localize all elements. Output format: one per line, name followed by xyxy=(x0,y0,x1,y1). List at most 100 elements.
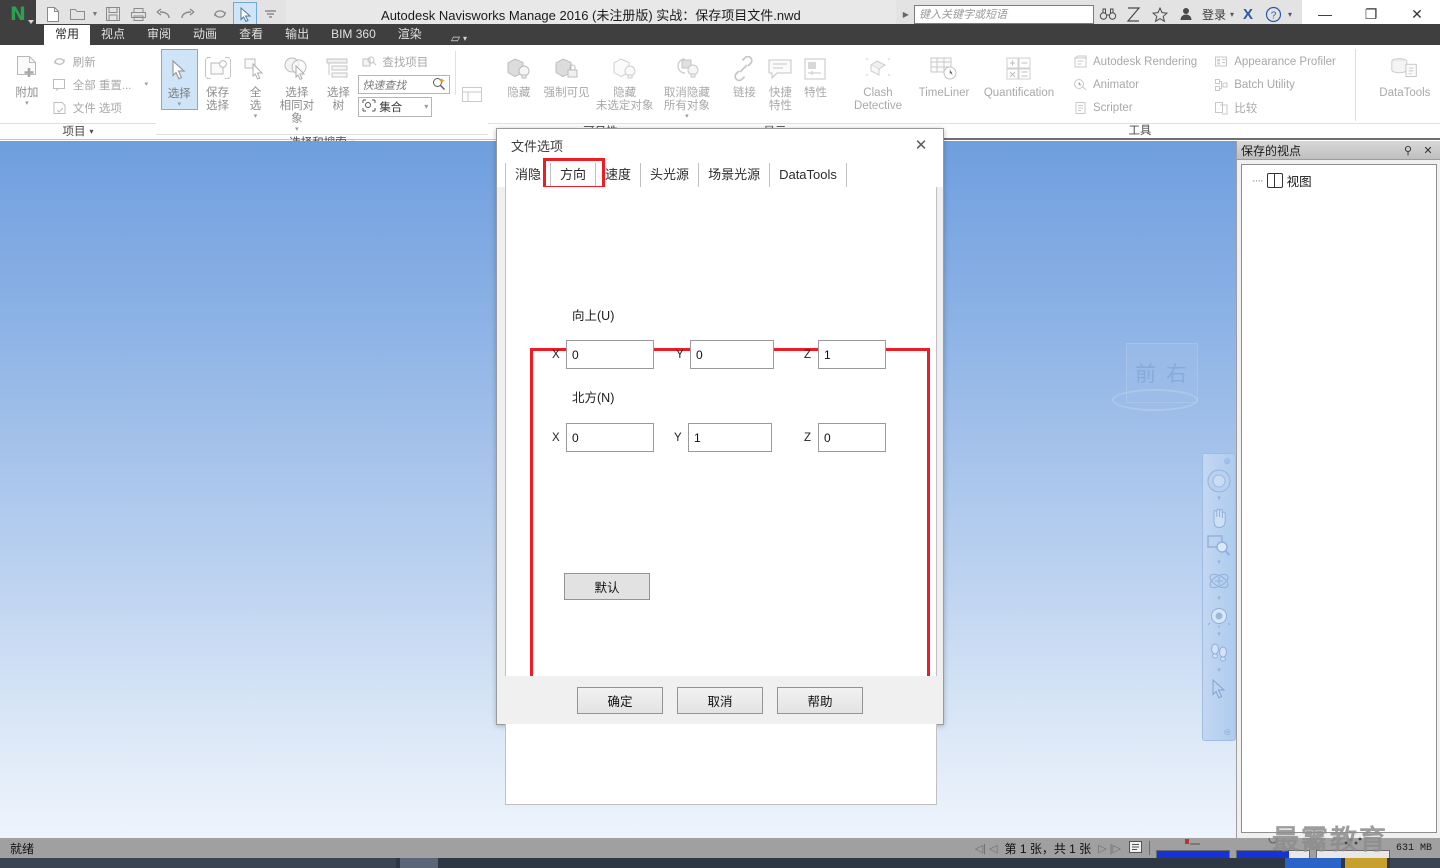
up-x-input[interactable]: 0 xyxy=(566,340,654,369)
steering-wheel-icon[interactable] xyxy=(1205,468,1233,494)
print-icon[interactable] xyxy=(126,2,150,26)
clash-detective-button[interactable]: Clash Detective xyxy=(849,49,907,113)
datatools-button[interactable]: DataTools xyxy=(1372,49,1438,100)
properties-button[interactable]: 特性 xyxy=(799,49,832,100)
ribbon-tab-animation[interactable]: 动画 xyxy=(182,25,228,45)
zoom-window-icon[interactable] xyxy=(1205,532,1233,558)
pan-hand-icon[interactable] xyxy=(1205,504,1233,530)
last-sheet-button[interactable]: |▷ xyxy=(1110,842,1121,855)
tab-speed[interactable]: 速度 xyxy=(596,163,642,187)
navbar-close-icon[interactable]: ⊗ xyxy=(1223,456,1231,467)
infocenter-expand-icon[interactable]: ▶ xyxy=(900,10,912,19)
timeliner-button[interactable]: TimeLiner xyxy=(913,49,975,100)
hide-unselected-button[interactable]: 隐藏 未选定对象 xyxy=(595,49,653,113)
select-same-button[interactable]: 选择 相同对象 ▾ xyxy=(275,49,318,134)
ribbon-tab-common[interactable]: 常用 xyxy=(44,25,91,45)
selection-inspector-button[interactable] xyxy=(461,49,483,107)
select-all-caret-icon[interactable]: ▾ xyxy=(254,113,258,121)
first-sheet-button[interactable]: ◁| xyxy=(975,842,986,855)
reset-all-caret-icon[interactable]: ▾ xyxy=(144,81,148,89)
north-x-input[interactable]: 0 xyxy=(566,423,654,452)
user-account-icon[interactable] xyxy=(1174,2,1198,26)
default-button[interactable]: 默认 xyxy=(564,573,650,600)
next-sheet-button[interactable]: ▷ xyxy=(1098,842,1106,855)
taskbar-item-1[interactable] xyxy=(0,858,396,868)
save-selection-button[interactable]: 保存 选择 xyxy=(200,49,236,113)
pin-icon[interactable]: ⚲ xyxy=(1400,144,1416,157)
open-file-icon[interactable] xyxy=(65,2,89,26)
zoom-caret-icon[interactable]: ▾ xyxy=(1217,559,1221,566)
save-file-icon[interactable] xyxy=(101,2,125,26)
scripter-button[interactable]: Scripter xyxy=(1069,97,1200,118)
new-file-icon[interactable] xyxy=(40,2,64,26)
quick-properties-button[interactable]: 快捷 特性 xyxy=(764,49,797,113)
reset-all-button[interactable]: 全部 重置... ▾ xyxy=(49,74,151,95)
saved-viewpoints-list[interactable]: ···· 视图 xyxy=(1241,164,1437,833)
north-z-input[interactable]: 0 xyxy=(818,423,886,452)
animator-button[interactable]: Animator xyxy=(1069,74,1200,95)
taskbar-item-4[interactable] xyxy=(1345,858,1387,868)
close-icon[interactable]: ✕ xyxy=(1420,144,1436,157)
help-caret-icon[interactable]: ▾ xyxy=(1288,10,1292,19)
select-same-caret-icon[interactable]: ▾ xyxy=(295,126,299,134)
communication-center-icon[interactable] xyxy=(1122,2,1146,26)
ok-button[interactable]: 确定 xyxy=(577,686,663,714)
selection-tree-button[interactable]: 选择树 xyxy=(320,49,356,113)
sets-dropdown[interactable]: 集合 ▾ xyxy=(358,97,433,117)
select-button[interactable]: 选择 ▾ xyxy=(161,49,198,110)
cancel-button[interactable]: 取消 xyxy=(677,686,763,714)
view-cube[interactable]: 前 右 xyxy=(1112,337,1198,413)
help-button[interactable]: 帮助 xyxy=(777,686,863,714)
ribbon-tab-render[interactable]: 渲染 xyxy=(387,25,433,45)
sheet-browser-icon[interactable] xyxy=(1124,840,1143,857)
undo-icon[interactable] xyxy=(151,2,175,26)
open-dropdown-caret-icon[interactable]: ▼ xyxy=(90,2,100,26)
look-caret-icon[interactable]: ▾ xyxy=(1217,631,1221,638)
sign-in-caret-icon[interactable]: ▾ xyxy=(1230,10,1234,19)
tab-orientation[interactable]: 方向 xyxy=(551,163,597,187)
up-z-input[interactable]: 1 xyxy=(818,340,886,369)
select-all-button[interactable]: 全选 ▾ xyxy=(238,49,274,121)
file-options-button[interactable]: 文件 选项 xyxy=(49,97,151,118)
ribbon-group-project-label[interactable]: 项目 ▾ xyxy=(0,123,156,140)
ribbon-tab-bim360[interactable]: BIM 360 xyxy=(320,25,387,45)
dialog-close-button[interactable]: ✕ xyxy=(899,130,943,160)
require-visible-button[interactable]: 强制可见 xyxy=(542,49,592,100)
walk-caret-icon[interactable]: ▾ xyxy=(1217,667,1221,674)
quick-find-input[interactable]: 快速查找 xyxy=(358,75,451,94)
select-cursor-icon[interactable] xyxy=(233,2,257,26)
steering-wheel-caret-icon[interactable]: ▾ xyxy=(1217,495,1221,502)
walk-icon[interactable] xyxy=(1205,640,1233,666)
north-y-input[interactable]: 1 xyxy=(688,423,772,452)
autodesk-rendering-button[interactable]: Autodesk Rendering xyxy=(1069,51,1200,72)
tab-headlight[interactable]: 头光源 xyxy=(641,163,700,187)
search-input[interactable]: 键入关键字或短语 xyxy=(913,4,1094,24)
navbar-minimize-icon[interactable]: ⊜ xyxy=(1223,727,1231,738)
unhide-all-button[interactable]: 取消隐藏 所有对象 ▾ xyxy=(658,49,716,121)
unhide-all-caret-icon[interactable]: ▾ xyxy=(685,113,689,121)
attach-button[interactable]: 附加 ▾ xyxy=(5,49,49,108)
refresh-button[interactable]: 刷新 xyxy=(49,51,151,72)
ribbon-tab-view[interactable]: 查看 xyxy=(228,25,274,45)
tab-scene-lights[interactable]: 场景光源 xyxy=(699,163,771,187)
taskbar-item-2[interactable] xyxy=(400,858,438,868)
compare-button[interactable]: 比较 xyxy=(1210,97,1339,118)
ribbon-tab-extra[interactable]: ▱ ▾ xyxy=(433,31,467,45)
ribbon-tab-output[interactable]: 输出 xyxy=(274,25,320,45)
taskbar-item-3[interactable] xyxy=(1285,858,1341,868)
help-icon[interactable]: ? xyxy=(1262,2,1286,26)
quick-find-search-icon[interactable] xyxy=(432,77,446,93)
tab-hidden-line[interactable]: 消隐 xyxy=(505,163,552,187)
quantification-button[interactable]: Quantification xyxy=(981,49,1057,100)
prev-sheet-button[interactable]: ◁ xyxy=(989,842,997,855)
appearance-profiler-button[interactable]: Appearance Profiler xyxy=(1210,51,1339,72)
batch-utility-button[interactable]: Batch Utility xyxy=(1210,74,1339,95)
attach-caret-icon[interactable]: ▾ xyxy=(25,100,29,108)
favorites-star-icon[interactable] xyxy=(1148,2,1172,26)
qat-customize-icon[interactable] xyxy=(258,2,282,26)
links-button[interactable]: 链接 xyxy=(727,49,762,100)
orbit-caret-icon[interactable]: ▾ xyxy=(1217,595,1221,602)
ribbon-tab-review[interactable]: 审阅 xyxy=(136,25,182,45)
tab-datatools[interactable]: DataTools xyxy=(770,163,847,187)
binoculars-icon[interactable] xyxy=(1096,2,1120,26)
